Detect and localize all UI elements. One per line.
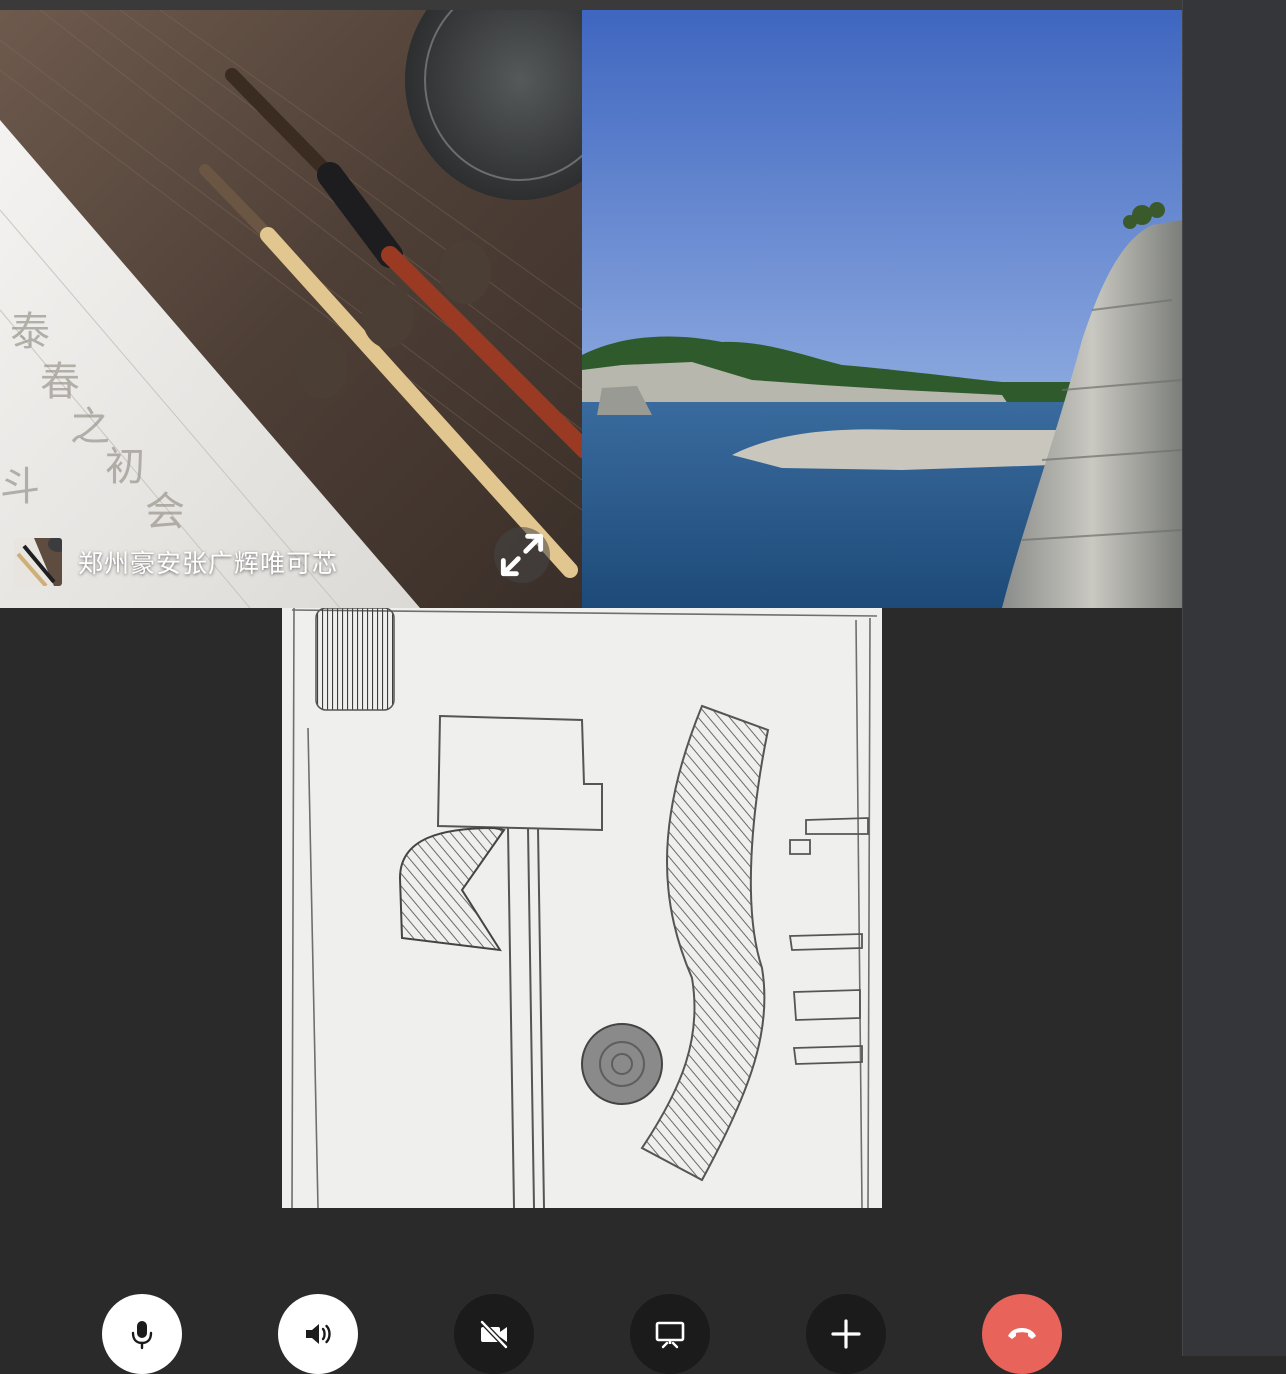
- svg-text:泰: 泰: [10, 309, 50, 355]
- plus-icon: [831, 1319, 861, 1349]
- svg-text:斗: 斗: [0, 464, 40, 510]
- call-controls-bar: [0, 1284, 1182, 1374]
- expand-icon: [500, 533, 544, 577]
- participant-avatar[interactable]: [14, 538, 62, 586]
- svg-text:会: 会: [145, 489, 185, 535]
- svg-text:春: 春: [40, 359, 80, 405]
- video-stage: 泰 春 之 初 会 斗 郑州豪安张广辉唯可芯: [0, 10, 1182, 1374]
- microphone-button[interactable]: [102, 1294, 182, 1374]
- hang-up-button[interactable]: [982, 1294, 1062, 1374]
- calligraphy-brushes-image: 泰 春 之 初 会 斗: [0, 10, 582, 608]
- speaker-button[interactable]: [278, 1294, 358, 1374]
- camera-off-icon: [480, 1320, 508, 1349]
- speaker-icon: [306, 1324, 331, 1344]
- expand-video-button[interactable]: [494, 527, 550, 583]
- participant-name: 郑州豪安张广辉唯可芯: [78, 549, 339, 578]
- phone-hangup-icon: [1008, 1328, 1036, 1339]
- camera-toggle-button[interactable]: [454, 1294, 534, 1374]
- participant-name-bar: 郑州豪安张广辉唯可芯: [14, 538, 338, 586]
- microphone-icon: [131, 1321, 153, 1350]
- screen-share-icon: [655, 1321, 685, 1349]
- screen-share-button[interactable]: [630, 1294, 710, 1374]
- side-panel: [1182, 0, 1286, 1356]
- window-top-strip: [0, 0, 1182, 10]
- video-tile-participant-1[interactable]: 泰 春 之 初 会 斗 郑州豪安张广辉唯可芯: [0, 10, 582, 608]
- video-tile-participant-3[interactable]: [282, 608, 882, 1208]
- add-participant-button[interactable]: [806, 1294, 886, 1374]
- video-tile-participant-2[interactable]: [582, 10, 1182, 608]
- pencil-sketch-image: [282, 608, 882, 1208]
- lake-landscape-image: [582, 10, 1182, 608]
- svg-text:之: 之: [70, 404, 110, 450]
- svg-text:初: 初: [105, 444, 145, 490]
